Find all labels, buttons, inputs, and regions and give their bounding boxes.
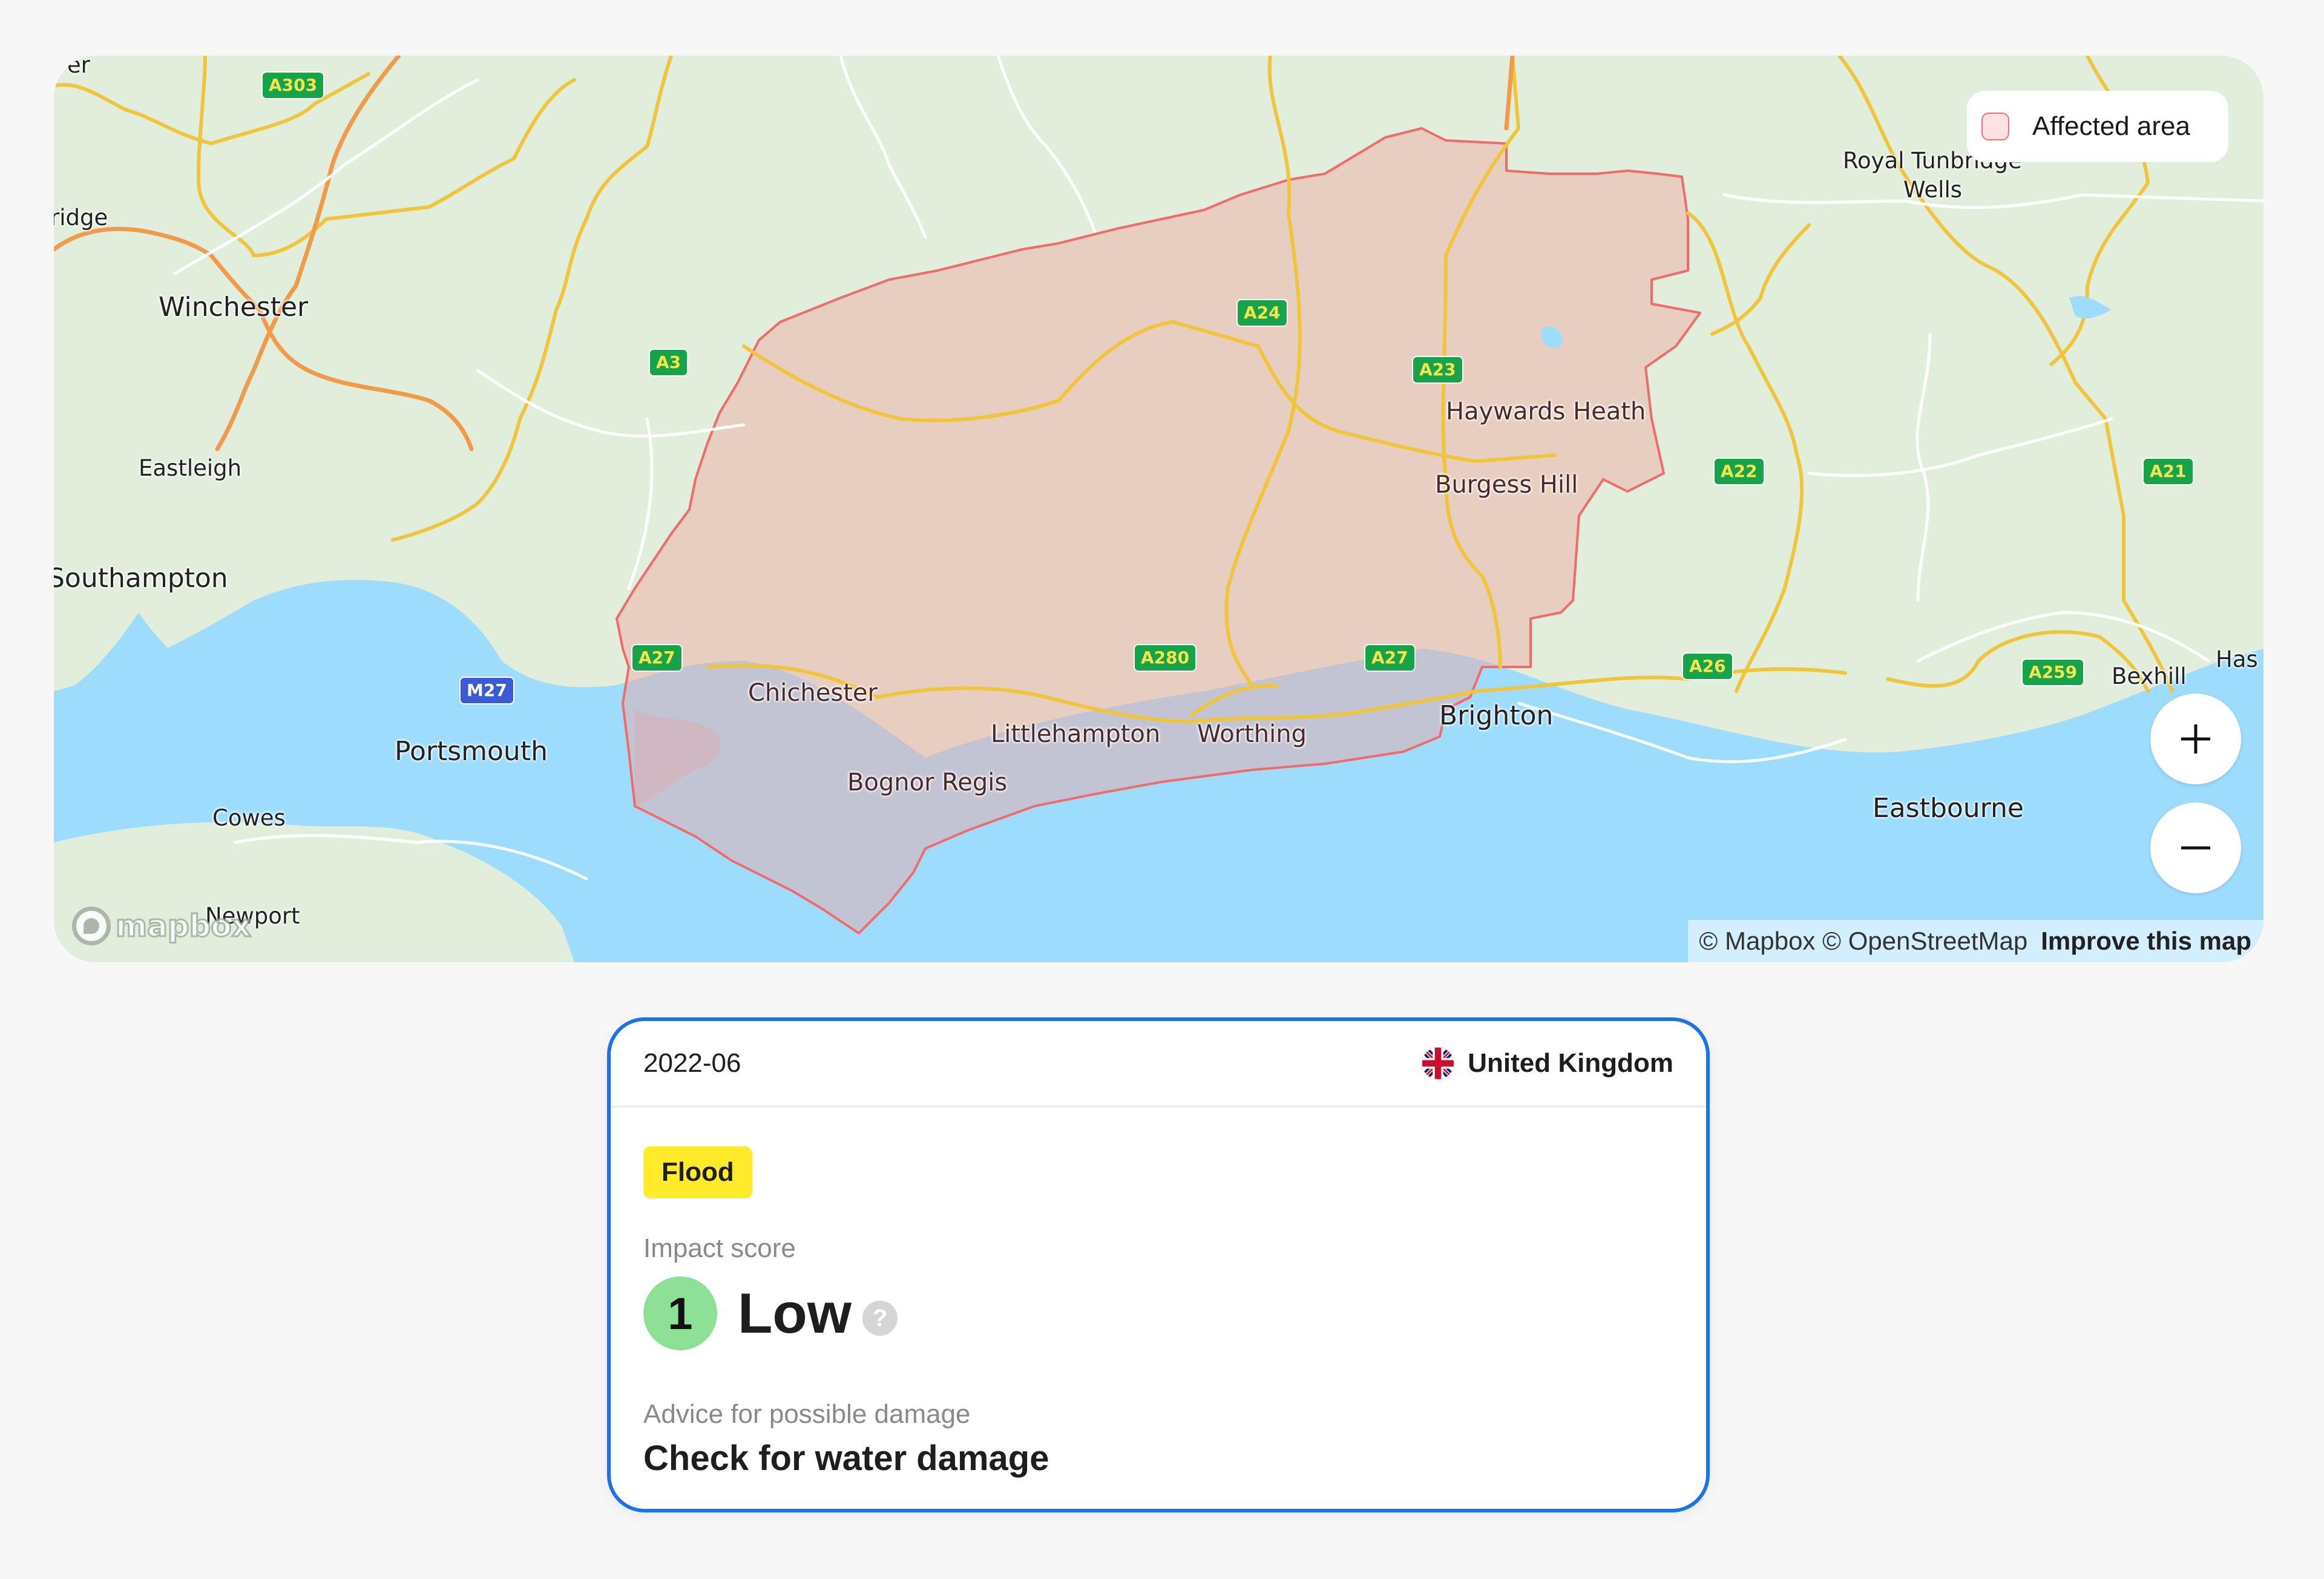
place-label: Wells	[1903, 177, 1963, 203]
event-type-tag: Flood	[643, 1146, 752, 1198]
plus-icon	[2181, 724, 2210, 753]
place-label: Brighton	[1439, 700, 1554, 731]
road-shield: A24	[1236, 299, 1288, 327]
place-label: Bexhill	[2112, 663, 2187, 689]
impact-score-badge: 1	[643, 1276, 717, 1350]
road-shield: A22	[1713, 458, 1765, 485]
event-date: 2022-06	[643, 1048, 741, 1078]
mapbox-logo-text: mapbox	[114, 908, 252, 945]
map-legend: Affected area	[1967, 91, 2228, 162]
minus-icon	[2181, 846, 2210, 850]
place-label: Littlehampton	[991, 720, 1161, 748]
affected-area-swatch	[1981, 113, 2009, 140]
mapbox-logo-icon	[72, 907, 111, 945]
place-label: Burgess Hill	[1435, 471, 1578, 499]
place-label: Has	[2216, 646, 2258, 672]
place-label: Haywards Heath	[1446, 398, 1646, 425]
zoom-in-button[interactable]	[2150, 694, 2241, 784]
place-label: Cowes	[212, 805, 286, 831]
road-shield: A27	[631, 644, 683, 672]
advice-label: Advice for possible damage	[643, 1399, 971, 1429]
attribution-mapbox-link[interactable]: © Mapbox	[1699, 927, 1815, 956]
place-label: Eastbourne	[1873, 793, 2024, 824]
attribution-osm-link[interactable]: © OpenStreetMap	[1822, 927, 2027, 956]
uk-flag-icon	[1421, 1046, 1456, 1081]
event-card[interactable]: 2022-06 United Kingdom Flood Impact scor…	[607, 1017, 1710, 1512]
map[interactable]: ver ridge Winchester Eastleigh Southampt…	[54, 56, 2263, 962]
place-label: Southampton	[54, 563, 228, 594]
advice-text: Check for water damage	[643, 1439, 1049, 1478]
place-label: Bognor Regis	[847, 769, 1008, 796]
improve-map-link[interactable]: Improve this map	[2041, 927, 2251, 956]
road-shield: A21	[2142, 458, 2194, 485]
impact-level: Low	[738, 1281, 852, 1345]
map-attribution: © Mapbox © OpenStreetMap Improve this ma…	[1688, 920, 2263, 962]
card-header: 2022-06 United Kingdom	[611, 1021, 1706, 1108]
place-label: Eastleigh	[139, 455, 242, 481]
place-label: Chichester	[748, 679, 878, 707]
place-label: Winchester	[159, 292, 309, 323]
road-shield: A303	[261, 71, 325, 99]
road-shield: A26	[1682, 652, 1733, 680]
place-label: Worthing	[1197, 720, 1307, 748]
legend-label: Affected area	[2032, 111, 2190, 141]
place-label: ver	[54, 56, 90, 78]
road-shield: A280	[1134, 644, 1197, 672]
event-country: United Kingdom	[1420, 1046, 1673, 1081]
road-shield: A27	[1364, 644, 1416, 672]
impact-score-label: Impact score	[643, 1233, 796, 1263]
place-label: Portsmouth	[395, 736, 548, 767]
road-shield: A23	[1412, 356, 1463, 384]
country-name: United Kingdom	[1468, 1048, 1673, 1078]
road-shield: A3	[649, 349, 689, 376]
road-shield: M27	[459, 677, 514, 704]
zoom-out-button[interactable]	[2150, 803, 2241, 893]
mapbox-logo[interactable]: mapbox	[72, 907, 252, 945]
place-label: ridge	[54, 205, 108, 231]
help-icon[interactable]: ?	[862, 1301, 898, 1336]
road-shield: A259	[2021, 658, 2085, 686]
impact-score: 1 Low ?	[643, 1276, 1673, 1351]
